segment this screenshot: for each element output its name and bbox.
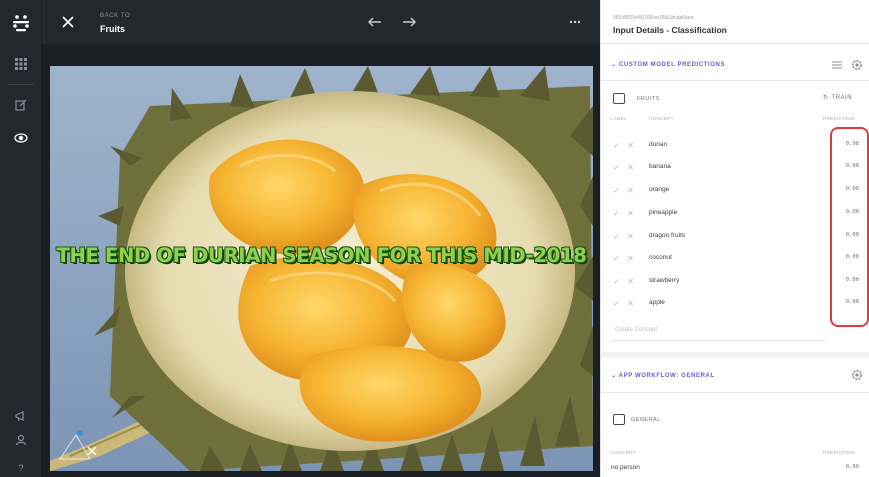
gear-icon[interactable] [851, 59, 863, 71]
custom-model-section-title: CUSTOM MODEL PREDICTIONS [618, 62, 726, 68]
edit-icon[interactable] [9, 93, 33, 117]
map-marker-overlay[interactable] [58, 425, 100, 461]
prediction-value: 0.99 [845, 464, 859, 470]
col-header-concept: CONCEPT [611, 450, 636, 455]
concept-name: dragon fruits [649, 232, 686, 239]
left-rail: ? [0, 0, 42, 477]
x-icon[interactable]: ✕ [625, 253, 636, 264]
check-icon[interactable]: ✓ [611, 276, 622, 287]
grid-icon[interactable] [9, 52, 33, 76]
check-icon[interactable]: ✓ [611, 185, 622, 196]
check-icon[interactable]: ✓ [611, 162, 622, 173]
arrow-right-icon[interactable] [399, 12, 419, 32]
create-concept-input[interactable]: Create Concept [611, 319, 825, 341]
concept-name: no person [611, 464, 640, 471]
app: ? BACK TO Fruits THE END OF DURIAN SEASO… [0, 0, 869, 477]
prediction-row: ✓ ✕ apple 0.00 [611, 293, 861, 315]
section-divider [601, 392, 869, 393]
chevron-down-icon: ⌄ [611, 373, 619, 379]
prediction-row: ✓ ✕ pineapple 0.00 [611, 203, 861, 225]
x-icon[interactable]: ✕ [625, 276, 636, 287]
concept-name: pineapple [649, 209, 678, 216]
custom-model-section-toggle[interactable]: ⌄ CUSTOM MODEL PREDICTIONS [611, 61, 725, 68]
concept-name: orange [649, 186, 670, 193]
check-icon[interactable]: ✓ [611, 140, 622, 151]
prediction-row: ✓ ✕ orange 0.00 [611, 180, 861, 202]
prediction-row: ✓ ✕ dragon fruits 0.00 [611, 226, 861, 248]
image-canvas: THE END OF DURIAN SEASON FOR THIS MID-20… [42, 44, 600, 477]
section-divider [601, 80, 869, 81]
prediction-row: ✓ ✕ strawberry 0.00 [611, 271, 861, 293]
col-header-label: LABEL [611, 116, 628, 121]
back-to-label: BACK TO [100, 13, 131, 19]
app-logo-icon[interactable] [10, 12, 32, 34]
check-icon[interactable]: ✓ [611, 253, 622, 264]
prediction-row: ✓ ✕ durian 0.98 [611, 135, 861, 157]
model-select-checkbox[interactable] [613, 93, 625, 104]
chevron-down-icon: ⌄ [611, 62, 619, 68]
back-to-link[interactable]: Fruits [100, 24, 125, 34]
x-icon[interactable]: ✕ [625, 140, 636, 151]
col-header-concept: CONCEPT [649, 116, 674, 121]
prediction-row: ✓ ✕ coconut 0.00 [611, 248, 861, 270]
check-icon[interactable]: ✓ [611, 231, 622, 242]
workflow-section-title: APP WORKFLOW: GENERAL [618, 373, 715, 379]
x-icon[interactable]: ✕ [625, 162, 636, 173]
model-name-fruits: FRUITS [637, 96, 660, 102]
rail-divider [8, 84, 34, 85]
concept-name: coconut [649, 254, 672, 261]
prediction-highlight-box [830, 127, 869, 327]
input-id: 5f95d5f35e4f1336ee1f5b1dcab6eee [613, 15, 694, 21]
col-header-prediction: PREDICTION [823, 116, 855, 121]
user-icon[interactable] [9, 428, 33, 452]
more-options-icon[interactable] [564, 12, 586, 32]
check-icon[interactable]: ✓ [611, 208, 622, 219]
help-icon[interactable]: ? [9, 456, 33, 477]
input-details-panel: 5f95d5f35e4f1336ee1f5b1dcab6eee Input De… [600, 0, 869, 477]
x-icon[interactable]: ✕ [625, 185, 636, 196]
panel-title: Input Details - Classification [613, 25, 727, 35]
close-icon[interactable] [56, 10, 80, 34]
x-icon[interactable]: ✕ [625, 298, 636, 309]
panel-header: 5f95d5f35e4f1336ee1f5b1dcab6eee Input De… [601, 0, 869, 44]
list-icon[interactable] [831, 59, 843, 71]
durian-photo: THE END OF DURIAN SEASON FOR THIS MID-20… [50, 66, 593, 471]
section-divider [601, 352, 869, 358]
check-icon[interactable]: ✓ [611, 298, 622, 309]
train-button[interactable]: ↻ TRAIN [823, 94, 852, 102]
gear-icon[interactable] [851, 369, 863, 381]
top-bar: BACK TO Fruits [42, 0, 600, 44]
model-name-general: GENERAL [631, 417, 661, 423]
concept-name: strawberry [649, 277, 680, 284]
col-header-prediction: PREDICTION [823, 450, 855, 455]
image-caption: THE END OF DURIAN SEASON FOR THIS MID-20… [56, 244, 587, 267]
arrow-left-icon[interactable] [365, 12, 385, 32]
x-icon[interactable]: ✕ [625, 231, 636, 242]
refresh-icon: ↻ [823, 95, 829, 101]
megaphone-icon[interactable] [9, 404, 33, 428]
x-icon[interactable]: ✕ [625, 208, 636, 219]
create-concept-placeholder: Create Concept [615, 327, 658, 333]
concept-name: banana [649, 163, 671, 170]
eye-icon[interactable] [9, 126, 33, 150]
prediction-row: ✓ ✕ banana 0.00 [611, 157, 861, 179]
prediction-row: no person 0.99 [611, 458, 861, 477]
concept-name: durian [649, 141, 668, 148]
workflow-section-toggle[interactable]: ⌄ APP WORKFLOW: GENERAL [611, 372, 715, 379]
model-select-checkbox[interactable] [613, 414, 625, 425]
concept-name: apple [649, 299, 665, 306]
